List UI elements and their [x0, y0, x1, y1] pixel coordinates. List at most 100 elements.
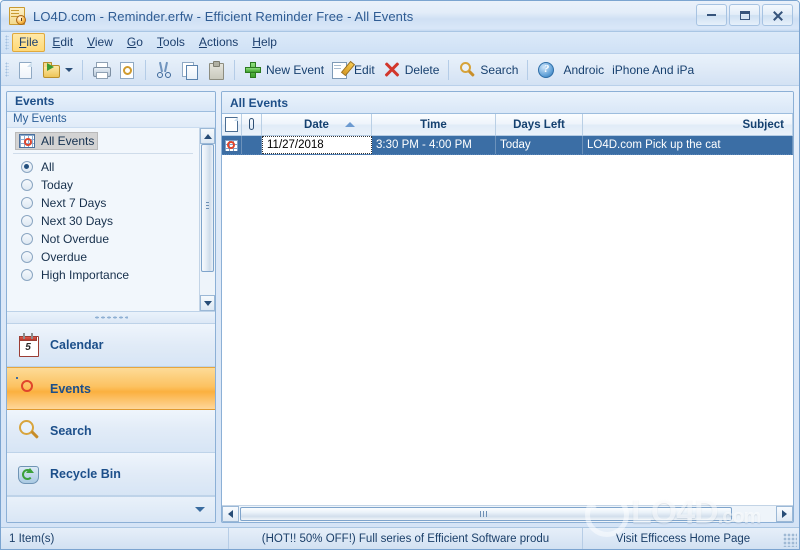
row-time-cell[interactable]: 3:30 PM - 4:00 PM — [372, 136, 496, 154]
column-header-time[interactable]: Time — [372, 114, 496, 135]
print-button[interactable] — [88, 58, 114, 82]
menu-item-tools[interactable]: Tools — [150, 33, 192, 52]
sidebar-splitter[interactable] — [7, 311, 215, 324]
scroll-thumb[interactable] — [201, 144, 214, 272]
menu-item-file[interactable]: File — [12, 33, 46, 52]
toolbar-separator — [448, 59, 450, 80]
sidebar-nav-list: 5 Calendar Events Search Recycle Bin — [7, 324, 215, 522]
chevron-down-icon[interactable] — [195, 507, 205, 512]
filter-radio-next-30-days[interactable]: Next 30 Days — [7, 212, 199, 230]
table-row[interactable]: 11/27/2018 3:30 PM - 4:00 PM Today LO4D.… — [222, 136, 793, 155]
column-header-date[interactable]: Date — [262, 114, 372, 135]
filter-radio-not-overdue[interactable]: Not Overdue — [7, 230, 199, 248]
filter-label-high-importance: High Importance — [41, 268, 130, 282]
menu-item-edit[interactable]: Edit — [45, 33, 80, 52]
resize-grip[interactable] — [783, 533, 797, 547]
print-icon — [92, 61, 111, 79]
scroll-down-button[interactable] — [200, 295, 215, 311]
edit-button[interactable]: Edit — [328, 58, 379, 82]
sidebar-vertical-scrollbar[interactable] — [199, 128, 215, 311]
search-button[interactable]: Search — [454, 58, 522, 82]
filter-radio-high-importance[interactable]: High Importance — [7, 266, 199, 284]
radio-icon — [21, 269, 33, 281]
maximize-button[interactable] — [729, 4, 760, 26]
filter-radio-all[interactable]: All — [7, 158, 199, 176]
iphone-ipad-button[interactable]: iPhone And iPa — [608, 58, 698, 82]
menu-bar: File Edit View Go Tools Actions Help — [1, 32, 799, 54]
scroll-right-button[interactable] — [776, 506, 793, 522]
sidebar-item-calendar[interactable]: 5 Calendar — [7, 324, 215, 367]
minimize-button[interactable] — [696, 4, 727, 26]
filter-radio-overdue[interactable]: Overdue — [7, 248, 199, 266]
sidebar-expand-bar[interactable] — [7, 496, 215, 522]
column-header-subject[interactable]: Subject — [583, 114, 793, 135]
status-home-page-link[interactable]: Visit Efficcess Home Page — [583, 528, 783, 549]
open-folder-icon — [42, 61, 60, 79]
new-document-button[interactable] — [12, 58, 38, 82]
row-days-left-cell[interactable]: Today — [496, 136, 583, 154]
menu-item-go[interactable]: Go — [120, 33, 150, 52]
arrow-up-icon — [203, 133, 212, 139]
grid-horizontal-scrollbar[interactable] — [222, 505, 793, 522]
window-title: LO4D.com - Reminder.erfw - Efficient Rem… — [33, 8, 414, 24]
scroll-thumb[interactable] — [240, 507, 732, 521]
scroll-up-button[interactable] — [200, 128, 215, 144]
delete-button[interactable]: Delete — [379, 58, 444, 82]
maximize-icon — [739, 10, 750, 20]
help-button[interactable]: ? — [533, 58, 559, 82]
scroll-left-button[interactable] — [222, 506, 239, 522]
new-event-button[interactable]: New Event — [240, 58, 328, 82]
app-icon — [8, 7, 26, 25]
close-button[interactable] — [762, 4, 793, 26]
sidebar-item-events[interactable]: Events — [7, 367, 215, 410]
toolbar: New Event Edit Delete Search ? Androic i… — [1, 54, 799, 86]
menu-drag-grip[interactable] — [5, 35, 9, 50]
sidebar-item-recycle-bin[interactable]: Recycle Bin — [7, 453, 215, 496]
sidebar-item-search[interactable]: Search — [7, 410, 215, 453]
cut-button[interactable] — [151, 58, 177, 82]
sidebar-item-all-events[interactable]: All Events — [15, 132, 99, 150]
main-header: All Events — [222, 92, 793, 114]
toolbar-drag-grip[interactable] — [5, 62, 9, 77]
grid-header-row: Date Time Days Left Subject — [222, 114, 793, 136]
help-question-icon: ? — [537, 61, 555, 79]
paste-button[interactable] — [203, 58, 229, 82]
android-button[interactable]: Androic — [559, 58, 608, 82]
column-header-document[interactable] — [222, 114, 242, 135]
radio-icon — [21, 251, 33, 263]
sidebar-tree-area: All Events All Today Next 7 Days Next 30… — [7, 128, 215, 311]
toolbar-separator — [234, 59, 235, 80]
filter-radio-next-7-days[interactable]: Next 7 Days — [7, 194, 199, 212]
row-date-cell[interactable]: 11/27/2018 — [262, 136, 372, 154]
filter-label-next-7-days: Next 7 Days — [41, 196, 107, 210]
window-controls — [696, 4, 793, 26]
open-file-button[interactable] — [38, 58, 77, 82]
row-subject-cell[interactable]: LO4D.com Pick up the cat — [583, 136, 793, 154]
row-attachment-cell — [242, 136, 262, 154]
print-preview-button[interactable] — [114, 58, 140, 82]
filter-radio-today[interactable]: Today — [7, 176, 199, 194]
copy-button[interactable] — [177, 58, 203, 82]
menu-item-actions[interactable]: Actions — [192, 33, 245, 52]
filter-label-today: Today — [41, 178, 74, 192]
column-header-days-left[interactable]: Days Left — [496, 114, 583, 135]
column-header-date-label: Date — [304, 118, 329, 131]
filter-label-not-overdue: Not Overdue — [41, 232, 110, 246]
filter-label-all: All — [41, 160, 55, 174]
menu-item-view[interactable]: View — [80, 33, 120, 52]
sidebar-item-calendar-label: Calendar — [50, 338, 104, 352]
scroll-track[interactable] — [239, 506, 776, 522]
iphone-label: iPhone And iPa — [612, 62, 695, 77]
events-grid-icon — [16, 376, 40, 401]
status-promo-message[interactable]: (HOT!! 50% OFF!) Full series of Efficien… — [229, 528, 583, 549]
arrow-down-icon — [203, 300, 212, 306]
scroll-track[interactable] — [200, 144, 215, 295]
main-pane: All Events Date Time Days Left Subject 1… — [221, 91, 794, 523]
application-window: LO4D.com - Reminder.erfw - Efficient Rem… — [0, 0, 800, 550]
chevron-down-icon[interactable] — [65, 67, 73, 72]
cut-icon — [155, 61, 173, 79]
menu-item-help[interactable]: Help — [245, 33, 284, 52]
content-area: Events My Events All Events All Today Ne… — [1, 86, 799, 523]
sidebar-group-header: My Events — [7, 111, 215, 128]
column-header-attachment[interactable] — [242, 114, 262, 135]
